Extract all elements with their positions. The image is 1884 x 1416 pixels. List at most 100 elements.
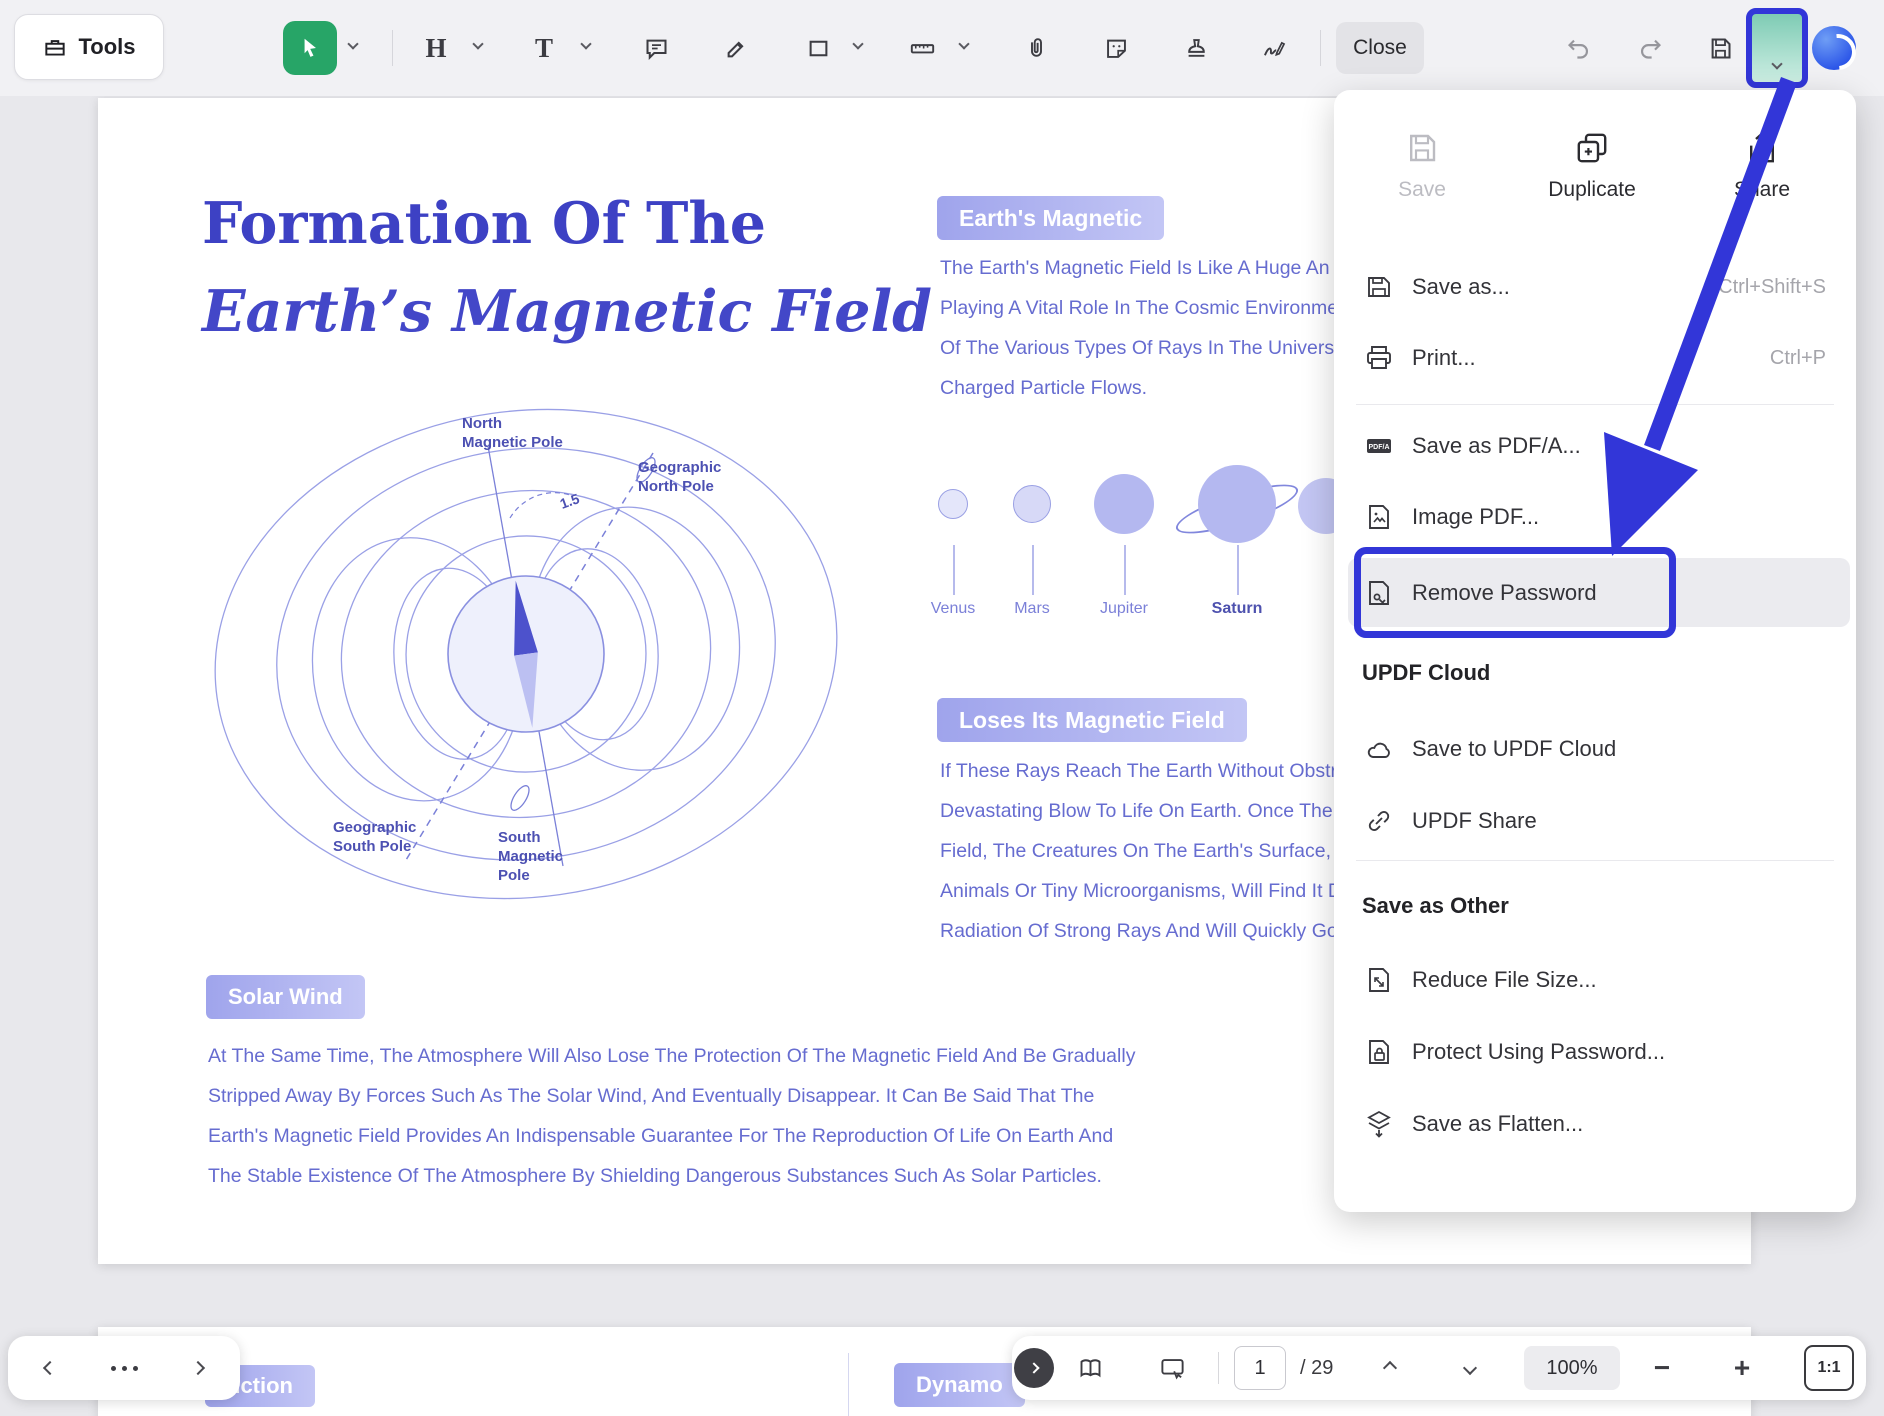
- collapse-bar-button[interactable]: [1014, 1348, 1054, 1388]
- menu-action-label: Share: [1734, 178, 1790, 202]
- select-tool-button[interactable]: [283, 21, 337, 75]
- actual-size-button[interactable]: 1:1: [1804, 1345, 1854, 1391]
- comment-tool-button[interactable]: [634, 26, 678, 70]
- reading-mode-button[interactable]: [1068, 1346, 1112, 1390]
- planet-label-jupiter: Jupiter: [1100, 600, 1148, 618]
- actual-size-label: 1:1: [1817, 1359, 1840, 1377]
- menu-duplicate-action[interactable]: Duplicate: [1517, 130, 1667, 202]
- pdfa-icon: PDF/A: [1364, 431, 1394, 461]
- menu-item-save-as-flatten[interactable]: Save as Flatten...: [1348, 1091, 1842, 1157]
- doc-line: If These Rays Reach The Earth Without Ob…: [940, 751, 1342, 791]
- doc-line: Earth's Magnetic Field Provides An Indis…: [208, 1116, 1135, 1156]
- zoom-level-button[interactable]: 100%: [1524, 1346, 1620, 1390]
- menu-item-label: Remove Password: [1412, 580, 1597, 606]
- page-down-button[interactable]: [1448, 1346, 1492, 1390]
- link-icon: [1364, 806, 1394, 836]
- planet-label-venus: Venus: [931, 600, 975, 618]
- tools-button[interactable]: Tools: [14, 14, 164, 80]
- doc-divider: [848, 1353, 849, 1416]
- forward-icon: [191, 1361, 205, 1375]
- menu-save-action[interactable]: Save: [1347, 130, 1497, 202]
- doc-title-line1: Formation Of The: [202, 190, 766, 257]
- heading-tool-chevron-icon[interactable]: [472, 38, 483, 49]
- next-page-button[interactable]: [176, 1346, 220, 1390]
- redo-icon: [1637, 35, 1664, 62]
- menu-item-print[interactable]: Print... Ctrl+P: [1348, 325, 1842, 391]
- doc-line: Playing A Vital Role In The Cosmic Envir…: [940, 288, 1345, 328]
- prev-page-button[interactable]: [28, 1346, 72, 1390]
- attachment-tool-button[interactable]: [1014, 26, 1058, 70]
- save-icon: [1404, 130, 1440, 166]
- toolbar-divider: [392, 30, 393, 66]
- planet-label-mars: Mars: [1014, 600, 1050, 618]
- doc-line: Of The Various Types Of Rays In The Univ…: [940, 328, 1345, 368]
- zoom-in-button[interactable]: +: [1720, 1346, 1764, 1390]
- view-controls-pill: / 29 100% − + 1:1: [1012, 1336, 1866, 1400]
- menu-item-label: Image PDF...: [1412, 504, 1539, 530]
- page-number-input[interactable]: [1234, 1346, 1286, 1390]
- sticker-icon: [1103, 35, 1130, 62]
- menu-item-label: Save as PDF/A...: [1412, 433, 1581, 459]
- stamp-tool-button[interactable]: [1174, 26, 1218, 70]
- page-total-label: / 29: [1300, 1336, 1333, 1400]
- book-mode-icon: [1077, 1355, 1104, 1382]
- doc-paragraph-bottom: At The Same Time, The Atmosphere Will Al…: [208, 1036, 1135, 1196]
- page-nav-pill: [8, 1336, 240, 1400]
- menu-item-save-to-updf-cloud[interactable]: Save to UPDF Cloud: [1348, 716, 1842, 782]
- more-options-button[interactable]: [102, 1346, 146, 1390]
- save-button[interactable]: [1698, 26, 1742, 70]
- tools-icon: [42, 34, 68, 60]
- doc-line: Animals Or Tiny Microorganisms, Will Fin…: [940, 871, 1342, 911]
- menu-share-action[interactable]: Share: [1687, 130, 1837, 202]
- doc-line: Radiation Of Strong Rays And Will Quickl…: [940, 911, 1342, 951]
- menu-item-image-pdf[interactable]: Image PDF...: [1348, 484, 1842, 550]
- stamp-icon: [1183, 35, 1210, 62]
- heading-tool-button[interactable]: H: [414, 26, 458, 70]
- doc-line: Charged Particle Flows.: [940, 368, 1345, 408]
- pen-tool-button[interactable]: [714, 26, 758, 70]
- close-button[interactable]: Close: [1336, 22, 1424, 74]
- redo-button[interactable]: [1628, 26, 1672, 70]
- svg-text:PDF/A: PDF/A: [1369, 444, 1390, 451]
- comment-icon: [643, 35, 670, 62]
- presentation-mode-button[interactable]: [1150, 1346, 1194, 1390]
- shape-tool-chevron-icon[interactable]: [852, 38, 863, 49]
- doc-badge-solar-wind: Solar Wind: [206, 975, 365, 1019]
- text-tool-button[interactable]: T: [522, 26, 566, 70]
- menu-item-save-as[interactable]: Save as... Ctrl+Shift+S: [1348, 254, 1842, 320]
- planet-connector: [1124, 545, 1126, 595]
- measure-tool-button[interactable]: [900, 26, 944, 70]
- menu-item-remove-password[interactable]: Remove Password: [1348, 560, 1842, 626]
- save-options-dropdown-button[interactable]: [1746, 8, 1808, 88]
- menu-item-updf-share[interactable]: UPDF Share: [1348, 788, 1842, 854]
- page-up-button[interactable]: [1368, 1346, 1412, 1390]
- shape-tool-button[interactable]: [796, 26, 840, 70]
- cloud-upload-icon: [1364, 734, 1394, 764]
- share-icon: [1744, 130, 1780, 166]
- menu-section-updf-cloud: UPDF Cloud: [1362, 660, 1490, 686]
- sticker-tool-button[interactable]: [1094, 26, 1138, 70]
- menu-item-label: Save as...: [1412, 274, 1510, 300]
- menu-item-protect-using-password[interactable]: Protect Using Password...: [1348, 1019, 1842, 1085]
- app-window: Formation Of The Earth’s Magnetic Field …: [0, 0, 1884, 1416]
- doc-line: Stripped Away By Forces Such As The Sola…: [208, 1076, 1135, 1116]
- signature-tool-button[interactable]: [1252, 26, 1296, 70]
- text-tool-chevron-icon[interactable]: [580, 38, 591, 49]
- chevron-up-icon: [1383, 1361, 1397, 1375]
- presentation-icon: [1159, 1355, 1186, 1382]
- chevron-right-icon: [1028, 1362, 1039, 1373]
- zoom-out-button[interactable]: −: [1640, 1346, 1684, 1390]
- doc-paragraph-top-right: The Earth's Magnetic Field Is Like A Hug…: [940, 248, 1345, 408]
- select-cursor-icon: [297, 35, 323, 61]
- attachment-icon: [1023, 35, 1050, 62]
- menu-item-reduce-file-size[interactable]: Reduce File Size...: [1348, 947, 1842, 1013]
- planet-mars: [1013, 485, 1051, 523]
- menu-item-label: Print...: [1412, 345, 1476, 371]
- measure-tool-chevron-icon[interactable]: [958, 38, 969, 49]
- menu-item-save-as-pdfa[interactable]: PDF/A Save as PDF/A...: [1348, 413, 1842, 479]
- undo-button[interactable]: [1556, 26, 1600, 70]
- ruler-icon: [909, 35, 936, 62]
- select-tool-chevron-icon[interactable]: [347, 38, 358, 49]
- updf-logo-icon[interactable]: [1812, 26, 1856, 70]
- pill-divider: [1218, 1352, 1219, 1384]
